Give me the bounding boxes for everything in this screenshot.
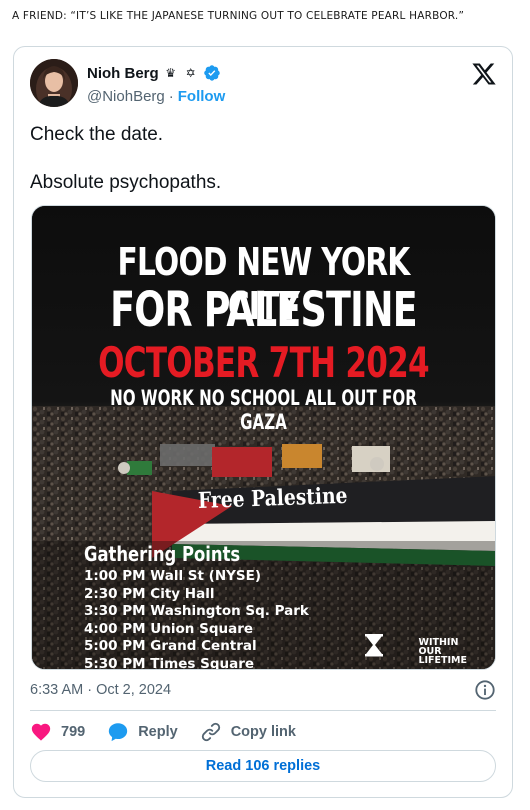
tweet-text: Check the date. Absolute psychopaths. (30, 123, 498, 195)
x-logo-icon[interactable] (471, 61, 497, 87)
like-button[interactable]: 799 (30, 721, 85, 743)
poster-banner-text: Free Palestine (197, 482, 348, 514)
read-replies-button[interactable]: Read 106 replies (30, 750, 496, 782)
like-count: 799 (61, 724, 86, 740)
poster-date: OCTOBER 7TH 2024 (98, 338, 430, 387)
star-of-david-icon: ✡ (185, 66, 196, 80)
crown-icon: ♛ (165, 66, 177, 80)
tweet-media-image[interactable]: FLOOD NEW YORK CITY FOR PALESTINE OCTOBE… (31, 205, 496, 670)
tweet-text-line: Absolute psychopaths. (30, 172, 222, 193)
verified-badge-icon (203, 65, 220, 81)
link-icon (201, 722, 220, 742)
gathering-point: 5:00 PM Grand Central (84, 638, 257, 654)
author-display-name[interactable]: Nioh Berg (87, 65, 159, 82)
gathering-point: 2:30 PM City Hall (84, 585, 215, 602)
reply-button[interactable]: Reply (107, 721, 178, 743)
action-bar: 799 Reply Copy link (30, 717, 318, 747)
avatar[interactable] (30, 59, 78, 107)
caption-text: A FRIEND: “IT’S LIKE THE JAPANESE TURNIN… (12, 10, 465, 22)
gathering-point: 1:00 PM Wall St (NYSE) (84, 568, 262, 584)
info-icon[interactable] (474, 679, 496, 701)
org-logo-text: LIFETIME (418, 655, 467, 666)
heart-icon (31, 723, 51, 741)
gathering-points-block: Gathering Points 1:00 PM Wall St (NYSE) … (84, 542, 309, 670)
divider (30, 710, 496, 711)
author-handle[interactable]: @NiohBerg (87, 88, 165, 105)
copy-link-button[interactable]: Copy link (200, 721, 296, 743)
tweet-text-line: Check the date. (30, 124, 164, 145)
within-our-lifetime-logo: WITHIN OUR LIFETIME (418, 638, 467, 666)
tweet-card[interactable]: Nioh Berg ♛ ✡ @NiohBerg · Follow Check t… (13, 46, 513, 798)
reply-bubble-icon (109, 723, 128, 742)
separator-dot: · (168, 88, 174, 105)
poster-subheadline: NO WORK NO SCHOOL ALL OUT FOR GAZA (110, 386, 417, 434)
gathering-point: 4:00 PM Union Square (84, 620, 254, 637)
gathering-point: 5:30 PM Times Square (84, 655, 255, 670)
gathering-point: 3:30 PM Washington Sq. Park (84, 603, 309, 619)
gathering-title: Gathering Points (84, 542, 241, 566)
reply-label: Reply (138, 724, 178, 740)
follow-button[interactable]: Follow (178, 88, 226, 105)
poster-headline: FOR PALESTINE (110, 282, 418, 338)
copy-link-label: Copy link (230, 724, 296, 740)
tweet-timestamp[interactable]: 6:33 AM · Oct 2, 2024 (30, 682, 171, 698)
